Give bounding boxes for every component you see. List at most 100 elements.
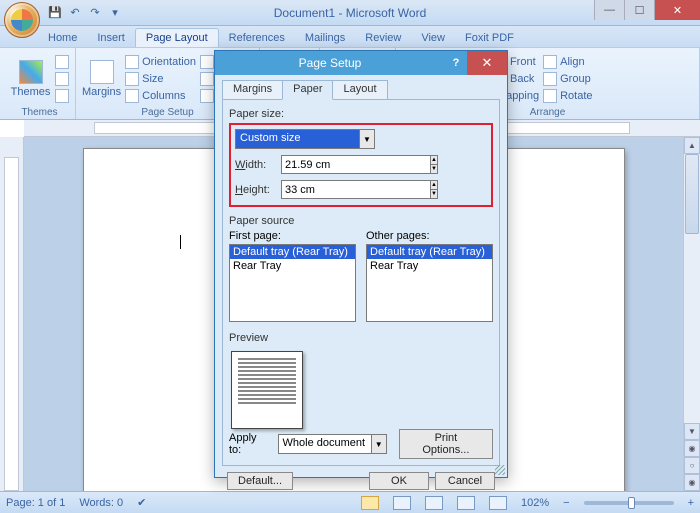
width-up[interactable]: ▲ [431,155,438,165]
quick-access-toolbar: 💾 ↶ ↷ ▾ [46,4,124,22]
view-outline[interactable] [457,496,475,510]
margins-icon [90,60,114,84]
office-button[interactable] [4,2,40,38]
tab-page-layout[interactable]: Page Layout [135,28,219,47]
tab-references[interactable]: References [219,29,295,47]
height-up[interactable]: ▲ [431,180,438,190]
tab-mailings[interactable]: Mailings [295,29,355,47]
tab-review[interactable]: Review [355,29,411,47]
view-print-layout[interactable] [361,496,379,510]
status-proof-icon[interactable]: ✔ [137,496,146,509]
tab-view[interactable]: View [411,29,455,47]
margins-label: Margins [82,86,121,98]
view-draft[interactable] [489,496,507,510]
width-label: Width: [235,159,275,171]
maximize-button[interactable]: ☐ [624,0,654,20]
dialog-tabs: Margins Paper Layout [222,80,500,100]
first-page-listbox[interactable]: Default tray (Rear Tray) Rear Tray [229,244,356,322]
height-spinner[interactable]: ▲▼ [281,180,375,199]
width-input[interactable] [281,155,431,174]
status-words[interactable]: Words: 0 [79,497,123,509]
orientation-button[interactable]: Orientation [125,54,196,70]
zoom-in-button[interactable]: + [688,497,694,509]
list-item[interactable]: Default tray (Rear Tray) [367,245,492,259]
other-pages-listbox[interactable]: Default tray (Rear Tray) Rear Tray [366,244,493,322]
list-item[interactable]: Rear Tray [230,259,355,273]
height-label: Height: [235,184,275,196]
minimize-button[interactable]: — [594,0,624,20]
zoom-slider[interactable] [584,501,674,505]
chevron-down-icon[interactable]: ▼ [371,434,387,454]
dialog-tab-paper[interactable]: Paper [282,80,333,100]
colors-icon [55,55,69,69]
height-input[interactable] [281,180,431,199]
scroll-down-button[interactable]: ▼ [684,423,700,440]
hyphenation-icon [200,89,214,103]
zoom-slider-thumb[interactable] [628,497,635,509]
width-down[interactable]: ▼ [431,165,438,174]
list-item[interactable]: Default tray (Rear Tray) [230,245,355,259]
view-web-layout[interactable] [425,496,443,510]
scroll-thumb[interactable] [685,154,699,234]
page-setup-dialog: Page Setup ? ✕ Margins Paper Layout Pape… [214,50,508,478]
resize-grip[interactable] [495,465,505,475]
theme-colors-button[interactable] [55,54,69,70]
dialog-titlebar[interactable]: Page Setup ? ✕ [215,51,507,75]
list-item[interactable]: Rear Tray [367,259,492,273]
rotate-button[interactable]: Rotate [543,88,592,104]
qat-customize-icon[interactable]: ▾ [106,4,124,22]
save-icon[interactable]: 💾 [46,4,64,22]
theme-effects-button[interactable] [55,88,69,104]
paper-size-highlight: Custom size ▼ Width: ▲▼ Height: ▲▼ [229,123,493,207]
scroll-track[interactable] [684,154,700,423]
paper-source-label: Paper source [229,215,493,227]
group-themes: Themes Themes [4,48,76,119]
theme-fonts-button[interactable] [55,71,69,87]
fonts-icon [55,72,69,86]
paper-size-combo[interactable]: Custom size ▼ [235,129,375,149]
preview-page [231,351,303,429]
size-button[interactable]: Size [125,71,196,87]
breaks-icon [200,55,214,69]
redo-icon[interactable]: ↷ [86,4,104,22]
print-options-button[interactable]: Print Options... [399,429,493,459]
columns-icon [125,89,139,103]
close-button[interactable]: ✕ [654,0,700,20]
ok-button[interactable]: OK [369,472,429,490]
browse-object-button[interactable]: ○ [684,457,700,474]
group-button[interactable]: Group [543,71,592,87]
scroll-up-button[interactable]: ▲ [684,137,700,154]
text-cursor [180,235,181,249]
dialog-help-button[interactable]: ? [445,57,467,69]
tab-foxit-pdf[interactable]: Foxit PDF [455,29,524,47]
default-button[interactable]: Default... [227,472,293,490]
zoom-level[interactable]: 102% [521,497,549,509]
ruler-vertical[interactable] [0,137,24,491]
first-page-label: First page: [229,230,356,242]
zoom-out-button[interactable]: − [563,497,569,509]
scrollbar-vertical[interactable]: ▲ ▼ ◉ ○ ◉ [683,137,700,491]
rotate-icon [543,89,557,103]
tab-home[interactable]: Home [38,29,87,47]
dialog-tab-margins[interactable]: Margins [222,80,283,100]
align-button[interactable]: Align [543,54,592,70]
status-page[interactable]: Page: 1 of 1 [6,497,65,509]
height-down[interactable]: ▼ [431,190,438,199]
prev-page-button[interactable]: ◉ [684,440,700,457]
cancel-button[interactable]: Cancel [435,472,495,490]
columns-button[interactable]: Columns [125,88,196,104]
apply-to-combo[interactable]: Whole document ▼ [278,434,387,454]
dialog-tab-layout[interactable]: Layout [332,80,387,100]
tab-insert[interactable]: Insert [87,29,135,47]
themes-button[interactable]: Themes [10,51,51,106]
chevron-down-icon[interactable]: ▼ [359,129,375,149]
view-full-screen[interactable] [393,496,411,510]
dialog-close-button[interactable]: ✕ [467,51,507,75]
paper-size-label: Paper size: [229,108,493,120]
width-spinner[interactable]: ▲▼ [281,155,375,174]
undo-icon[interactable]: ↶ [66,4,84,22]
group-icon [543,72,557,86]
apply-to-value: Whole document [278,434,371,454]
margins-button[interactable]: Margins [82,51,121,106]
next-page-button[interactable]: ◉ [684,474,700,491]
